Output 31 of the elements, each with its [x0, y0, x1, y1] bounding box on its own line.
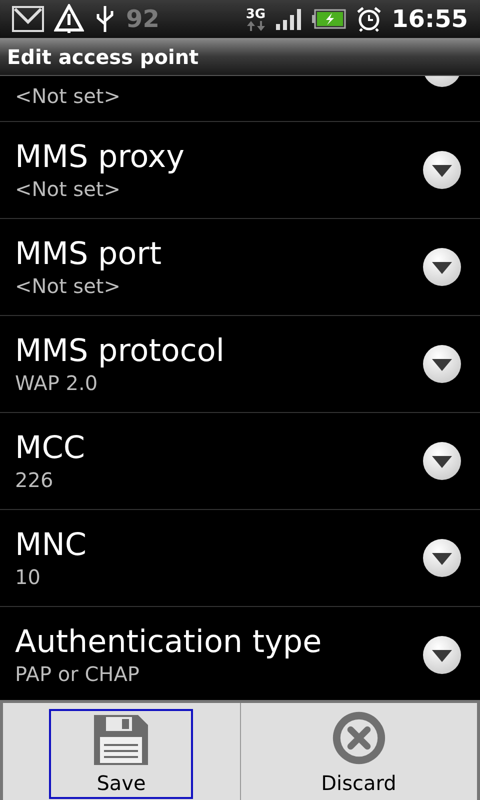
setting-value: <Not set> — [15, 84, 120, 108]
dropdown-icon[interactable] — [422, 150, 462, 190]
dropdown-icon[interactable] — [422, 635, 462, 675]
setting-title: MCC — [15, 429, 86, 467]
dropdown-icon[interactable] — [422, 538, 462, 578]
setting-value: 10 — [15, 564, 42, 590]
setting-value: <Not set> — [15, 273, 122, 299]
alarm-clock-icon — [356, 6, 382, 32]
setting-title: MMS proxy — [15, 138, 184, 176]
signal-icon — [276, 8, 302, 30]
setting-title: Authentication type — [15, 623, 322, 661]
setting-title: MMS port — [15, 235, 162, 273]
screen-title: Edit access point — [7, 44, 199, 70]
dropdown-icon[interactable] — [422, 344, 462, 384]
save-button[interactable]: Save — [49, 709, 194, 799]
notification-count: 92 — [126, 4, 160, 35]
setting-title: MNC — [15, 526, 87, 564]
setting-value: 226 — [15, 467, 54, 493]
battery-charging-icon — [312, 9, 346, 29]
mail-icon — [12, 6, 44, 32]
discard-button[interactable]: Discard — [286, 709, 431, 799]
setting-value: PAP or CHAP — [15, 661, 140, 687]
setting-title: MMS protocol — [15, 332, 224, 370]
clock-time: 16:55 — [392, 4, 468, 35]
setting-value: WAP 2.0 — [15, 370, 99, 396]
dropdown-icon[interactable] — [422, 247, 462, 287]
network-type: 3G — [246, 8, 266, 20]
data-arrows-icon — [246, 20, 265, 30]
dropdown-icon[interactable] — [422, 441, 462, 481]
warning-icon — [54, 4, 84, 34]
setting-value: <Not set> — [15, 176, 122, 202]
